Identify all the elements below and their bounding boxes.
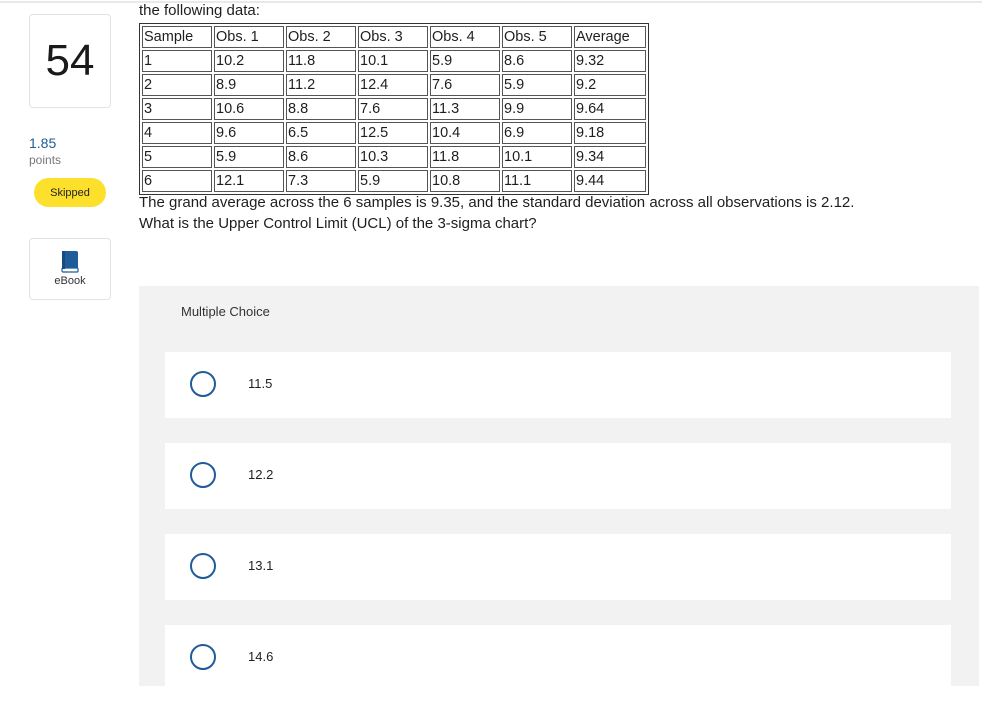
table-cell: 9.44 [574,170,646,192]
table-cell: 10.8 [430,170,500,192]
table-cell: 10.6 [214,98,284,120]
table-cell: 8.8 [286,98,356,120]
table-cell: 11.1 [502,170,572,192]
table-cell: 5.9 [502,74,572,96]
answer-option[interactable]: 14.6 [165,625,951,691]
book-icon [61,251,79,273]
table-cell: 11.2 [286,74,356,96]
table-header-row: Sample Obs. 1 Obs. 2 Obs. 3 Obs. 4 Obs. … [142,26,646,48]
answer-option[interactable]: 12.2 [165,443,951,509]
table-cell: 12.1 [214,170,284,192]
table-cell: 10.2 [214,50,284,72]
table-cell: 11.3 [430,98,500,120]
table-cell: 6.9 [502,122,572,144]
table-cell: 5.9 [430,50,500,72]
header-cell: Obs. 1 [214,26,284,48]
question-number: 54 [29,14,111,108]
points-value: 1.85 [29,135,57,151]
table-cell: 5 [142,146,212,168]
table-row: 3 10.6 8.8 7.6 11.3 9.9 9.64 [142,98,646,120]
points-label: points [29,153,62,167]
answer-option-label: 11.5 [248,376,273,391]
table-cell: 6.5 [286,122,356,144]
table-row: 1 10.2 11.8 10.1 5.9 8.6 9.32 [142,50,646,72]
radio-icon[interactable] [190,371,216,397]
table-row: 5 5.9 8.6 10.3 11.8 10.1 9.34 [142,146,646,168]
answer-option-label: 14.6 [248,649,274,664]
table-cell: 9.34 [574,146,646,168]
table-cell: 12.5 [358,122,428,144]
table-cell: 6 [142,170,212,192]
header-cell: Sample [142,26,212,48]
table-cell: 8.6 [502,50,572,72]
table-cell: 9.6 [214,122,284,144]
table-cell: 8.9 [214,74,284,96]
radio-icon[interactable] [190,462,216,488]
table-cell: 8.6 [286,146,356,168]
table-cell: 11.8 [430,146,500,168]
header-cell: Obs. 2 [286,26,356,48]
table-cell: 10.1 [502,146,572,168]
table-cell: 3 [142,98,212,120]
header-cell: Average [574,26,646,48]
table-row: 4 9.6 6.5 12.5 10.4 6.9 9.18 [142,122,646,144]
question-intro: the following data: [139,2,260,19]
multiple-choice-panel: Multiple Choice 11.5 12.2 13.1 14.6 [139,286,979,691]
table-cell: 7.6 [430,74,500,96]
answer-option[interactable]: 13.1 [165,534,951,600]
answer-option-label: 13.1 [248,558,274,573]
data-table: Sample Obs. 1 Obs. 2 Obs. 3 Obs. 4 Obs. … [139,23,649,195]
table-cell: 1 [142,50,212,72]
table-row: 2 8.9 11.2 12.4 7.6 5.9 9.2 [142,74,646,96]
skipped-badge: Skipped [34,178,106,207]
question-prompt: What is the Upper Control Limit (UCL) of… [139,215,537,232]
header-cell: Obs. 5 [502,26,572,48]
table-cell: 5.9 [214,146,284,168]
table-cell: 11.8 [286,50,356,72]
table-cell: 10.4 [430,122,500,144]
table-cell: 5.9 [358,170,428,192]
table-cell: 10.3 [358,146,428,168]
table-cell: 7.6 [358,98,428,120]
radio-icon[interactable] [190,553,216,579]
multiple-choice-title: Multiple Choice [181,304,270,319]
table-cell: 2 [142,74,212,96]
radio-icon[interactable] [190,644,216,670]
table-cell: 9.2 [574,74,646,96]
question-statement: The grand average across the 6 samples i… [139,194,855,211]
header-cell: Obs. 3 [358,26,428,48]
header-cell: Obs. 4 [430,26,500,48]
answer-option-label: 12.2 [248,467,274,482]
table-cell: 9.18 [574,122,646,144]
table-cell: 4 [142,122,212,144]
table-cell: 12.4 [358,74,428,96]
answer-option[interactable]: 11.5 [165,352,951,418]
table-cell: 9.9 [502,98,572,120]
table-row: 6 12.1 7.3 5.9 10.8 11.1 9.44 [142,170,646,192]
table-cell: 10.1 [358,50,428,72]
ebook-button[interactable]: eBook [29,238,111,300]
table-cell: 9.64 [574,98,646,120]
ebook-label: eBook [54,275,86,287]
table-cell: 9.32 [574,50,646,72]
table-cell: 7.3 [286,170,356,192]
